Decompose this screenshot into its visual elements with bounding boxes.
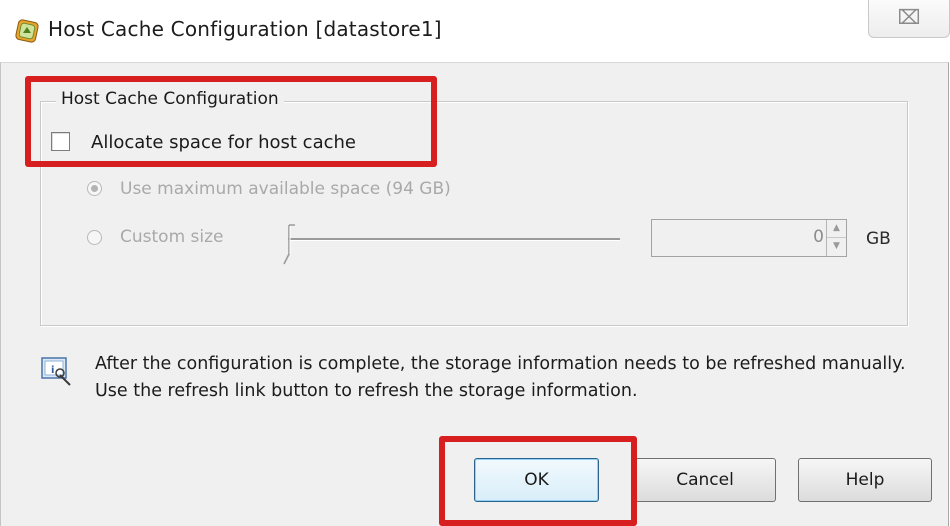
- ok-button[interactable]: OK: [474, 458, 599, 502]
- title-bar: Host Cache Configuration [datastore1] ⌧: [0, 0, 950, 62]
- close-button[interactable]: ⌧: [868, 0, 950, 38]
- refresh-info-message: After the configuration is complete, the…: [95, 354, 906, 401]
- allocate-space-label[interactable]: Allocate space for host cache: [91, 132, 356, 153]
- radio-selected-dot: [91, 185, 98, 192]
- spin-up-icon[interactable]: ▲: [827, 220, 846, 238]
- custom-size-value[interactable]: 0: [651, 227, 824, 247]
- groupbox-title: Host Cache Configuration: [56, 89, 284, 109]
- close-icon[interactable]: ⌧: [869, 5, 949, 29]
- spin-down-icon[interactable]: ▼: [827, 238, 846, 255]
- help-button[interactable]: Help: [798, 458, 932, 502]
- cancel-button[interactable]: Cancel: [634, 458, 776, 502]
- window-title: Host Cache Configuration [datastore1]: [48, 17, 442, 41]
- max-space-label[interactable]: Use maximum available space (94 GB): [120, 179, 451, 199]
- size-slider-thumb[interactable]: [283, 224, 297, 268]
- datastore-config-icon: [15, 19, 39, 43]
- max-space-radio[interactable]: [87, 181, 102, 196]
- custom-size-radio[interactable]: [87, 230, 102, 245]
- host-cache-dialog: Host Cache Configuration [datastore1] ⌧ …: [0, 0, 950, 526]
- info-refresh-icon: i: [41, 357, 71, 386]
- allocate-space-checkbox[interactable]: [51, 132, 70, 151]
- size-slider-track[interactable]: [288, 238, 620, 241]
- size-unit-label: GB: [866, 229, 891, 249]
- svg-text:i: i: [51, 365, 54, 376]
- custom-size-label[interactable]: Custom size: [120, 227, 224, 247]
- size-spinner[interactable]: ▲ ▼: [826, 220, 847, 256]
